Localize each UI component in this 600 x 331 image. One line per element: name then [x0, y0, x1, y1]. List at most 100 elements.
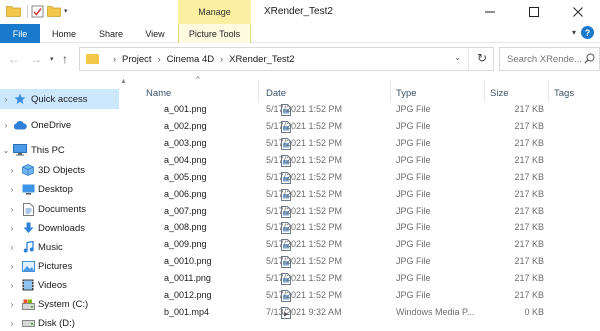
- column-header-name[interactable]: Name: [146, 84, 171, 102]
- sidebar-item-onedrive[interactable]: › OneDrive: [0, 115, 131, 135]
- file-date: 5/17/2021 1:52 PM: [266, 222, 343, 233]
- table-row[interactable]: a_003.png 5/17/2021 1:52 PM JPG File 217…: [131, 135, 600, 152]
- sidebar-item-system-c[interactable]: › System (C:): [0, 294, 131, 314]
- scroll-up-icon[interactable]: ▲: [120, 78, 127, 85]
- file-size: 217 KB: [514, 290, 544, 301]
- chevron-right-icon[interactable]: ›: [8, 300, 16, 309]
- column-header-size[interactable]: Size: [490, 84, 508, 102]
- file-date: 5/17/2021 1:52 PM: [266, 206, 343, 217]
- sidebar-item-this-pc[interactable]: ⌄ This PC: [0, 140, 131, 160]
- file-name: a_008.png: [164, 222, 207, 233]
- file-date: 5/17/2021 1:52 PM: [266, 256, 343, 267]
- navigation-scrollbar[interactable]: [119, 75, 131, 331]
- table-row[interactable]: a_0012.png 5/17/2021 1:52 PM JPG File 21…: [131, 287, 600, 304]
- table-row[interactable]: a_005.png 5/17/2021 1:52 PM JPG File 217…: [131, 169, 600, 186]
- file-name: a_0012.png: [164, 290, 212, 301]
- back-arrow-icon[interactable]: ←: [8, 52, 20, 66]
- help-icon[interactable]: ?: [581, 26, 594, 39]
- close-button[interactable]: [556, 0, 600, 24]
- table-row[interactable]: a_008.png 5/17/2021 1:52 PM JPG File 217…: [131, 219, 600, 236]
- refresh-icon[interactable]: ↻: [477, 51, 487, 65]
- column-divider[interactable]: [258, 80, 259, 102]
- sidebar-item-desktop[interactable]: › Desktop: [0, 179, 131, 199]
- table-row[interactable]: a_004.png 5/17/2021 1:52 PM JPG File 217…: [131, 152, 600, 169]
- table-row[interactable]: a_007.png 5/17/2021 1:52 PM JPG File 217…: [131, 203, 600, 220]
- file-type: JPG File: [396, 273, 431, 284]
- breadcrumb-project[interactable]: Project: [122, 54, 152, 65]
- file-date: 5/17/2021 1:52 PM: [266, 138, 343, 149]
- chevron-right-icon[interactable]: ›: [8, 262, 16, 271]
- sidebar-item-label: Videos: [38, 279, 67, 291]
- column-divider[interactable]: [484, 80, 485, 102]
- column-header-tags[interactable]: Tags: [554, 84, 574, 102]
- file-name: a_003.png: [164, 138, 207, 149]
- file-size: 217 KB: [514, 256, 544, 267]
- recent-locations-icon[interactable]: ▾: [50, 55, 54, 63]
- column-divider[interactable]: [548, 80, 549, 102]
- table-row[interactable]: a_0011.png 5/17/2021 1:52 PM JPG File 21…: [131, 270, 600, 287]
- maximize-button[interactable]: [512, 0, 556, 24]
- minimize-button[interactable]: [468, 0, 512, 24]
- table-row[interactable]: a_001.png 5/17/2021 1:52 PM JPG File 217…: [131, 101, 600, 118]
- address-bar[interactable]: › Project › Cinema 4D › XRender_Test2 ⌄ …: [79, 47, 494, 71]
- expand-ribbon-icon[interactable]: ▾: [572, 28, 576, 37]
- sidebar-item-quick-access[interactable]: › Quick access: [0, 89, 131, 109]
- tab-home[interactable]: Home: [45, 24, 83, 43]
- file-date: 7/13/2021 9:32 AM: [266, 307, 342, 318]
- search-placeholder: Search XRende...: [507, 53, 582, 65]
- tab-file[interactable]: File: [0, 24, 40, 43]
- minimize-icon: [485, 11, 495, 13]
- up-arrow-icon[interactable]: ↑: [62, 52, 68, 66]
- chevron-right-icon[interactable]: ›: [2, 95, 10, 104]
- manage-context-label: Manage: [178, 0, 251, 24]
- pictures-icon: [21, 260, 35, 272]
- search-input[interactable]: Search XRende...: [499, 47, 600, 71]
- file-name: a_009.png: [164, 239, 207, 250]
- file-name: b_001.mp4: [164, 307, 210, 318]
- sidebar-item-pictures[interactable]: › Pictures: [0, 256, 131, 276]
- breadcrumb-separator-icon[interactable]: ›: [113, 54, 116, 64]
- file-name: a_005.png: [164, 172, 207, 183]
- chevron-right-icon[interactable]: ›: [8, 205, 16, 214]
- customize-toolbar-icon[interactable]: ▾: [64, 3, 68, 19]
- column-header-date[interactable]: Date: [266, 84, 286, 102]
- chevron-right-icon[interactable]: ›: [8, 319, 16, 328]
- breadcrumb-separator-icon[interactable]: ›: [220, 54, 223, 64]
- sidebar-item-downloads[interactable]: › Downloads: [0, 218, 131, 238]
- breadcrumb-separator-icon[interactable]: ›: [158, 54, 161, 64]
- table-row[interactable]: a_002.png 5/17/2021 1:52 PM JPG File 217…: [131, 118, 600, 135]
- forward-arrow-icon[interactable]: →: [30, 52, 42, 66]
- new-folder-icon[interactable]: [47, 3, 61, 19]
- music-icon: [21, 241, 35, 253]
- sidebar-item-disk-d[interactable]: › Disk (D:): [0, 313, 131, 331]
- chevron-right-icon[interactable]: ›: [8, 185, 16, 194]
- sidebar-item-videos[interactable]: › Videos: [0, 275, 131, 295]
- file-date: 5/17/2021 1:52 PM: [266, 104, 343, 115]
- tab-picture-tools[interactable]: Picture Tools: [178, 24, 251, 43]
- sidebar-item-label: 3D Objects: [38, 164, 85, 176]
- tab-view[interactable]: View: [137, 24, 173, 43]
- address-dropdown-icon[interactable]: ⌄: [454, 53, 461, 62]
- sidebar-item-3d-objects[interactable]: › 3D Objects: [0, 160, 131, 180]
- properties-icon[interactable]: [31, 3, 44, 19]
- tab-share[interactable]: Share: [91, 24, 131, 43]
- sidebar-item-music[interactable]: › Music: [0, 237, 131, 257]
- breadcrumb-cinema4d[interactable]: Cinema 4D: [167, 54, 215, 65]
- chevron-right-icon[interactable]: ›: [8, 281, 16, 290]
- chevron-right-icon[interactable]: ›: [8, 243, 16, 252]
- table-row[interactable]: a_009.png 5/17/2021 1:52 PM JPG File 217…: [131, 236, 600, 253]
- breadcrumb-xrender-test2[interactable]: XRender_Test2: [229, 54, 294, 65]
- table-row[interactable]: a_0010.png 5/17/2021 1:52 PM JPG File 21…: [131, 253, 600, 270]
- chevron-right-icon[interactable]: ›: [8, 224, 16, 233]
- chevron-down-icon[interactable]: ⌄: [2, 146, 10, 155]
- column-divider[interactable]: [390, 80, 391, 102]
- table-row[interactable]: b_001.mp4 7/13/2021 9:32 AM Windows Medi…: [131, 304, 600, 321]
- chevron-right-icon[interactable]: ›: [8, 166, 16, 175]
- file-size: 217 KB: [514, 104, 544, 115]
- column-header-type[interactable]: Type: [396, 84, 417, 102]
- sidebar-item-label: Quick access: [31, 93, 88, 105]
- chevron-right-icon[interactable]: ›: [2, 121, 10, 130]
- table-row[interactable]: a_006.png 5/17/2021 1:52 PM JPG File 217…: [131, 186, 600, 203]
- file-size: 217 KB: [514, 206, 544, 217]
- sidebar-item-documents[interactable]: › Documents: [0, 199, 131, 219]
